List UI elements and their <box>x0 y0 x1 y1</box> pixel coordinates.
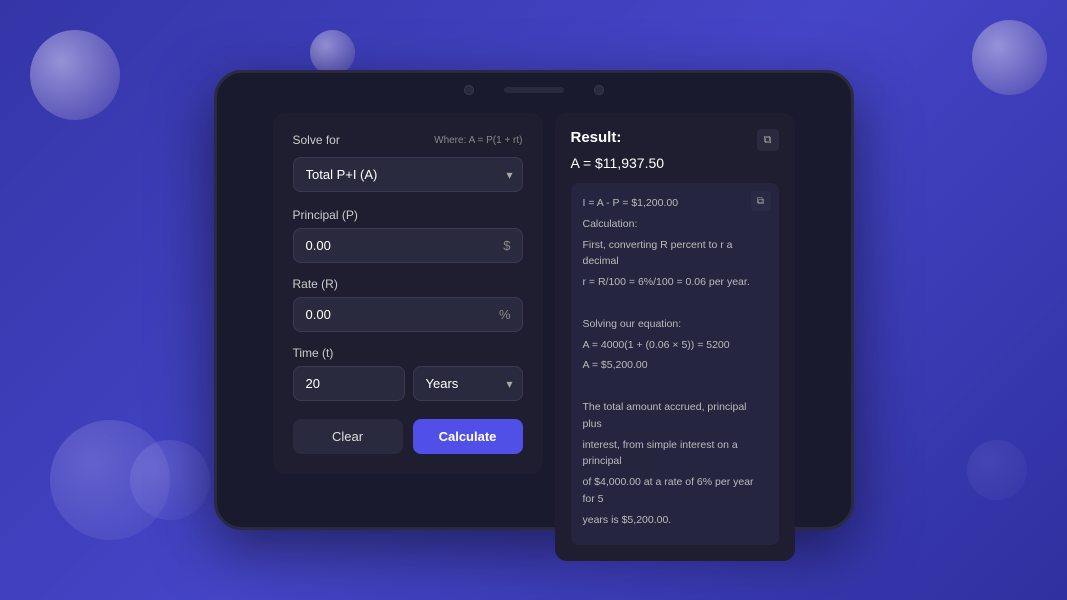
button-row: Clear Calculate <box>293 419 523 454</box>
rate-field-group: Rate (R) % <box>293 277 523 332</box>
rate-suffix: % <box>499 307 511 322</box>
result-title: Result: <box>571 129 622 146</box>
tablet-top-bar <box>217 73 851 103</box>
clear-button[interactable]: Clear <box>293 419 403 454</box>
detail-line-9 <box>583 378 767 395</box>
detail-line-5 <box>583 295 767 312</box>
detail-line-1: I = A - P = $1,200.00 <box>583 195 767 212</box>
rate-label: Rate (R) <box>293 277 523 291</box>
result-panel: Result: ⧉ A = $11,937.50 ⧉ I = A - P = $… <box>555 113 795 561</box>
detail-line-7: A = 4000(1 + (0.06 × 5)) = 5200 <box>583 337 767 354</box>
solve-for-label: Solve for <box>293 133 340 147</box>
solve-for-header: Solve for Where: A = P(1 + rt) <box>293 133 523 147</box>
tablet-frame: Solve for Where: A = P(1 + rt) Total P+I… <box>214 70 854 530</box>
copy-details-icon[interactable]: ⧉ <box>751 191 771 211</box>
time-field-group: Time (t) Years Months Days ▾ <box>293 346 523 401</box>
sphere-decoration-5 <box>130 440 210 520</box>
sphere-decoration-6 <box>967 440 1027 500</box>
rate-input-wrapper: % <box>293 297 523 332</box>
formula-label: Where: A = P(1 + rt) <box>434 135 522 146</box>
time-label: Time (t) <box>293 346 523 360</box>
result-value: A = $11,937.50 <box>571 155 779 171</box>
time-input-wrapper <box>293 366 405 401</box>
principal-input[interactable] <box>293 228 523 263</box>
detail-line-12: of $4,000.00 at a rate of 6% per year fo… <box>583 474 767 508</box>
time-unit-select-wrapper[interactable]: Years Months Days ▾ <box>413 366 523 401</box>
tablet-speaker <box>504 87 564 93</box>
calculator-panel: Solve for Where: A = P(1 + rt) Total P+I… <box>273 113 543 474</box>
solve-for-select-wrapper[interactable]: Total P+I (A) Principal (P) Rate (R) Tim… <box>293 157 523 192</box>
detail-line-6: Solving our equation: <box>583 316 767 333</box>
detail-line-3: First, converting R percent to r a decim… <box>583 237 767 271</box>
detail-line-11: interest, from simple interest on a prin… <box>583 437 767 471</box>
result-detail-text: I = A - P = $1,200.00 Calculation: First… <box>583 195 767 529</box>
time-input[interactable] <box>293 366 405 401</box>
detail-line-10: The total amount accrued, principal plus <box>583 399 767 433</box>
calculate-button[interactable]: Calculate <box>413 419 523 454</box>
time-row: Years Months Days ▾ <box>293 366 523 401</box>
rate-input[interactable] <box>293 297 523 332</box>
time-unit-select[interactable]: Years Months Days <box>413 366 523 401</box>
tablet-camera <box>464 85 474 95</box>
sphere-decoration-3 <box>972 20 1047 95</box>
principal-field-group: Principal (P) $ <box>293 208 523 263</box>
sphere-decoration-2 <box>310 30 355 75</box>
tablet-content: Solve for Where: A = P(1 + rt) Total P+I… <box>217 103 851 577</box>
detail-line-8: A = $5,200.00 <box>583 357 767 374</box>
detail-line-2: Calculation: <box>583 216 767 233</box>
principal-label: Principal (P) <box>293 208 523 222</box>
principal-suffix: $ <box>503 238 510 253</box>
solve-for-select[interactable]: Total P+I (A) Principal (P) Rate (R) Tim… <box>293 157 523 192</box>
result-details-box: ⧉ I = A - P = $1,200.00 Calculation: Fir… <box>571 183 779 545</box>
detail-line-4: r = R/100 = 6%/100 = 0.06 per year. <box>583 274 767 291</box>
tablet-camera-right <box>594 85 604 95</box>
result-header: Result: ⧉ <box>571 129 779 151</box>
sphere-decoration-1 <box>30 30 120 120</box>
detail-line-13: years is $5,200.00. <box>583 512 767 529</box>
copy-result-icon[interactable]: ⧉ <box>757 129 779 151</box>
principal-input-wrapper: $ <box>293 228 523 263</box>
